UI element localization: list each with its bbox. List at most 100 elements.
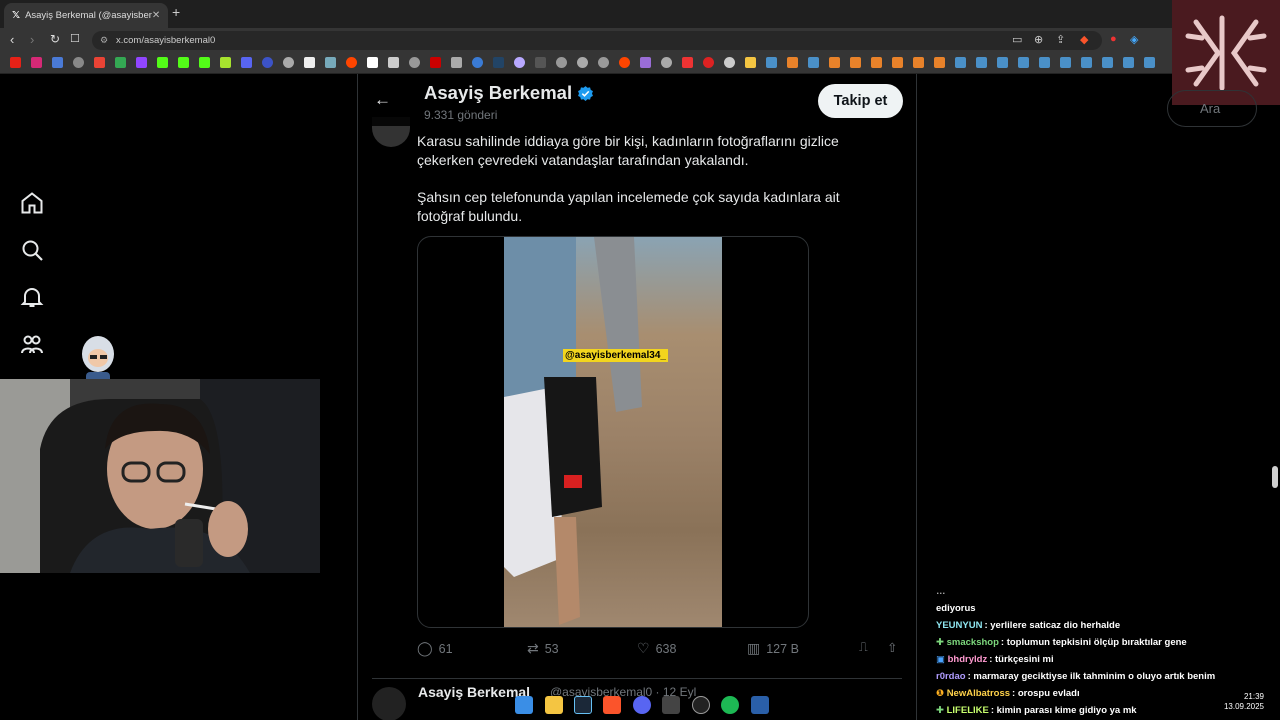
steam-bookmark-icon[interactable] — [1123, 57, 1134, 68]
share-icon[interactable]: ⇧ — [887, 640, 897, 655]
kick-bookmark-icon[interactable] — [199, 57, 210, 68]
bookmark-icon[interactable] — [514, 57, 525, 68]
bookmark-icon[interactable] — [682, 57, 693, 68]
site-info-icon[interactable]: ⚙ — [100, 31, 108, 50]
brave-shield-icon[interactable]: ◆ — [1080, 33, 1088, 46]
bookmark-icon[interactable] — [577, 57, 588, 68]
bookmark-icon[interactable] — [640, 57, 651, 68]
forward-icon[interactable]: › — [30, 32, 34, 47]
bookmark-icon[interactable] — [703, 57, 714, 68]
share-icon[interactable]: ⇪ — [1056, 33, 1065, 46]
file-explorer-icon[interactable] — [545, 696, 563, 714]
chat-username: smackshop — [946, 637, 999, 648]
bookmark-icon[interactable] — [472, 57, 483, 68]
bookmark-icon[interactable] — [598, 57, 609, 68]
steam-bookmark-icon[interactable] — [1060, 57, 1071, 68]
back-icon[interactable]: ‹ — [10, 32, 14, 47]
brave-icon[interactable] — [603, 696, 621, 714]
scrollbar-thumb[interactable] — [1272, 466, 1278, 488]
gmail-bookmark-icon[interactable] — [94, 57, 105, 68]
like-button[interactable]: ♡ 638 — [637, 640, 676, 657]
bookmark-icon[interactable]: ☐ — [70, 32, 80, 45]
close-tab-icon[interactable]: ✕ — [152, 10, 160, 21]
discord-icon[interactable] — [633, 696, 651, 714]
bookmark-icon[interactable] — [325, 57, 336, 68]
spotify-icon[interactable] — [721, 696, 739, 714]
steam-bookmark-icon[interactable] — [1018, 57, 1029, 68]
amazon-bookmark-icon[interactable] — [388, 57, 399, 68]
home-icon[interactable] — [20, 191, 44, 215]
bookmark-icon[interactable] — [241, 57, 252, 68]
bookmark-icon[interactable] — [661, 57, 672, 68]
notifications-icon[interactable] — [20, 285, 44, 309]
views-button[interactable]: ▥ 127 B — [747, 640, 799, 657]
bitwarden-icon[interactable]: ◈ — [1130, 33, 1138, 46]
x-bookmark-icon[interactable] — [304, 57, 315, 68]
address-bar[interactable]: ⚙ x.com/asayisberkemal0 — [92, 31, 1102, 50]
analytics-icon: ▥ — [747, 640, 761, 656]
bookmark-icon[interactable] — [451, 57, 462, 68]
bookmark-icon[interactable] — [724, 57, 735, 68]
bookmark-icon[interactable] — [871, 57, 882, 68]
steam-icon[interactable] — [574, 696, 592, 714]
bookmark-icon[interactable] — [850, 57, 861, 68]
bookmark-icon[interactable] — [367, 57, 378, 68]
start-icon[interactable] — [515, 696, 533, 714]
reddit-bookmark-icon[interactable] — [346, 57, 357, 68]
bookmark-icon[interactable] — [52, 57, 63, 68]
bookmark-icon[interactable] — [409, 57, 420, 68]
tweet-text: Karasu sahilinde iddiaya göre bir kişi, … — [417, 132, 887, 244]
back-arrow-icon[interactable]: ← — [374, 90, 391, 110]
steam-bookmark-icon[interactable] — [1081, 57, 1092, 68]
reply-button[interactable]: ◯ 61 — [417, 640, 453, 657]
cast-icon[interactable]: ▭ — [1012, 33, 1022, 46]
kick-bookmark-icon[interactable] — [178, 57, 189, 68]
zoom-icon[interactable]: ⊕ — [1034, 33, 1043, 46]
video-frame[interactable]: @asayisberkemal34_ — [504, 237, 722, 627]
extension-icon[interactable]: ● — [1110, 33, 1117, 45]
bookmark-icon[interactable] — [220, 57, 231, 68]
bookmark-icon[interactable] — [829, 57, 840, 68]
reddit-bookmark-icon[interactable] — [619, 57, 630, 68]
bookmark-icon[interactable] — [430, 57, 441, 68]
steam-bookmark-icon[interactable] — [997, 57, 1008, 68]
bookmark-icon[interactable] — [535, 57, 546, 68]
repost-button[interactable]: ⇄ 53 — [527, 640, 559, 657]
instagram-bookmark-icon[interactable] — [31, 57, 42, 68]
bookmark-icon[interactable] — [892, 57, 903, 68]
browser-tab[interactable]: 𝕏 Asayiş Berkemal (@asayisber ✕ — [4, 3, 168, 28]
communities-icon[interactable] — [20, 332, 44, 356]
steam-bookmark-icon[interactable] — [766, 57, 777, 68]
steam-bookmark-icon[interactable] — [955, 57, 966, 68]
bookmark-icon[interactable] — [262, 57, 273, 68]
bookmark-icon[interactable] — [934, 57, 945, 68]
youtube-bookmark-icon[interactable] — [10, 57, 21, 68]
system-clock[interactable]: 21:39 13.09.2025 — [1208, 692, 1264, 712]
steam-bookmark-icon[interactable] — [808, 57, 819, 68]
follow-button[interactable]: Takip et — [818, 84, 903, 118]
twitch-bookmark-icon[interactable] — [136, 57, 147, 68]
search-input[interactable]: Ara — [1167, 90, 1257, 127]
steam-bookmark-icon[interactable] — [1144, 57, 1155, 68]
explore-icon[interactable] — [20, 238, 44, 262]
app-icon[interactable] — [751, 696, 769, 714]
steam-bookmark-icon[interactable] — [976, 57, 987, 68]
new-tab-button[interactable]: + — [172, 4, 180, 20]
steam-bookmark-icon[interactable] — [1039, 57, 1050, 68]
steam-bookmark-icon[interactable] — [1102, 57, 1113, 68]
folder-bookmark-icon[interactable] — [745, 57, 756, 68]
reload-icon[interactable]: ↻ — [50, 32, 60, 46]
bookmark-icon[interactable]: ⎍ — [859, 640, 868, 655]
bookmark-icon[interactable] — [787, 57, 798, 68]
kick-bookmark-icon[interactable] — [157, 57, 168, 68]
bookmark-icon[interactable] — [493, 57, 504, 68]
chat-message: ✚ smackshop: toplumun tepkisini ölçüp bı… — [936, 634, 1280, 651]
obs-icon[interactable] — [692, 696, 710, 714]
bookmark-icon[interactable] — [283, 57, 294, 68]
tweet-video[interactable]: @asayisberkemal34_ — [417, 236, 809, 628]
app-icon[interactable] — [662, 696, 680, 714]
bookmark-icon[interactable] — [556, 57, 567, 68]
bookmark-icon[interactable] — [913, 57, 924, 68]
bookmark-icon[interactable] — [73, 57, 84, 68]
drive-bookmark-icon[interactable] — [115, 57, 126, 68]
